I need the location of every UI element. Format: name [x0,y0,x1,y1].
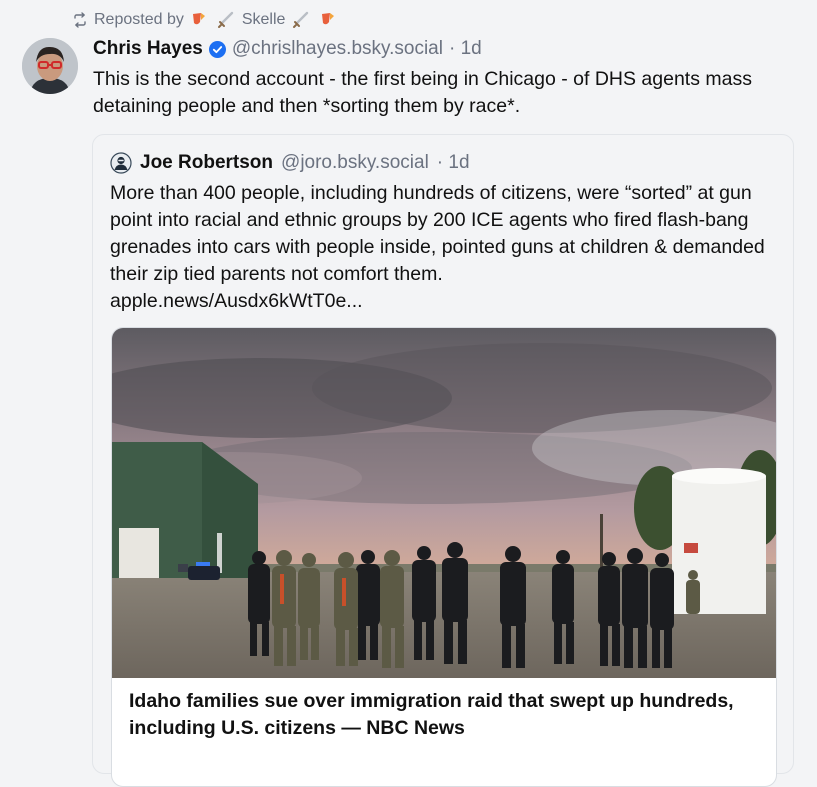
quoted-author-avatar[interactable] [110,152,132,174]
repost-indicator[interactable]: Reposted by Skelle [72,9,337,31]
author-name[interactable]: Chris Hayes [93,38,203,60]
quoted-post-link[interactable]: apple.news/Ausdx6kWtT0e... [110,290,363,312]
quoted-post-header: Joe Robertson @joro.bsky.social · 1d [110,151,470,175]
sword-emoji-icon [291,10,311,30]
quoted-author-name[interactable]: Joe Robertson [140,152,273,174]
shield-emoji-icon [190,10,210,30]
quoted-post-timestamp[interactable]: · 1d [437,152,470,174]
author-handle[interactable]: @chrislhayes.bsky.social [232,38,443,60]
link-preview-title[interactable]: Idaho families sue over immigration raid… [129,688,759,742]
reposter-name[interactable]: Skelle [242,11,286,29]
quoted-post-body: More than 400 people, including hundreds… [110,182,765,285]
post-text: This is the second account - the first b… [93,68,752,117]
quoted-author-handle[interactable]: @joro.bsky.social [281,152,429,174]
post-header: Chris Hayes @chrislhayes.bsky.social · 1… [93,36,482,62]
shield-emoji-icon [317,10,337,30]
author-avatar[interactable] [22,38,78,94]
repost-label: Reposted by [94,11,184,28]
link-preview-image [112,328,776,678]
quoted-post-text: More than 400 people, including hundreds… [110,180,780,315]
sword-emoji-icon [216,10,236,30]
quoted-post[interactable]: Joe Robertson @joro.bsky.social · 1d Mor… [92,134,794,787]
repost-icon [72,12,88,28]
post-timestamp[interactable]: · 1d [449,38,482,60]
link-preview-card[interactable]: Idaho families sue over immigration raid… [111,327,777,787]
verified-badge-icon[interactable] [208,40,226,58]
